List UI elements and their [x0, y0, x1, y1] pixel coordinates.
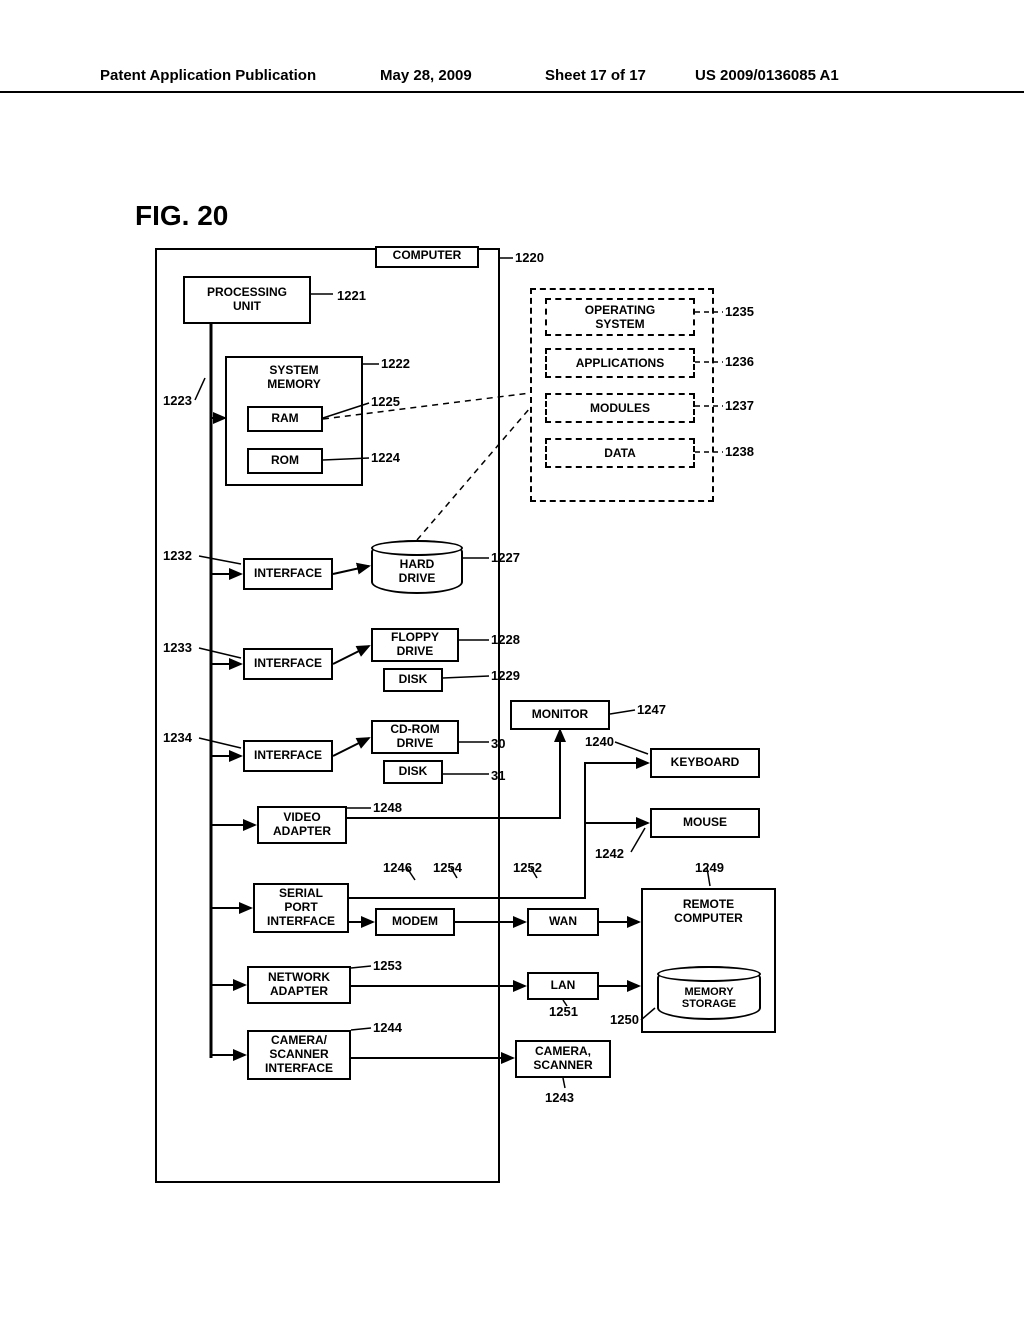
ref-1243: 1243 [545, 1090, 574, 1105]
header-pubno: US 2009/0136085 A1 [695, 67, 839, 84]
ref-1240: 1240 [585, 734, 614, 749]
processing-unit-box: PROCESSINGUNIT [183, 276, 311, 324]
hard-drive-label: HARDDRIVE [399, 557, 436, 585]
ref-1225: 1225 [371, 394, 400, 409]
ref-1227: 1227 [491, 550, 520, 565]
header-date: May 28, 2009 [380, 67, 472, 84]
ram-box: RAM [247, 406, 323, 432]
interface-hdd-box: INTERFACE [243, 558, 333, 590]
ref-1229: 1229 [491, 668, 520, 683]
ref-1235: 1235 [725, 304, 754, 319]
modules-box: MODULES [545, 393, 695, 423]
ref-1228: 1228 [491, 632, 520, 647]
ref-1251: 1251 [549, 1004, 578, 1019]
serial-port-interface-box: SERIALPORTINTERFACE [253, 883, 349, 933]
system-memory-label: SYSTEMMEMORY [267, 364, 321, 392]
ref-1244: 1244 [373, 1020, 402, 1035]
ref-1223: 1223 [163, 393, 192, 408]
operating-system-box: OPERATINGSYSTEM [545, 298, 695, 336]
ref-30: 30 [491, 736, 505, 751]
ref-1253: 1253 [373, 958, 402, 973]
header-sheet: Sheet 17 of 17 [545, 67, 646, 84]
modem-box: MODEM [375, 908, 455, 936]
header-publication: Patent Application Publication [100, 67, 316, 84]
ref-31: 31 [491, 768, 505, 783]
data-box: DATA [545, 438, 695, 468]
lan-box: LAN [527, 972, 599, 1000]
network-adapter-box: NETWORKADAPTER [247, 966, 351, 1004]
ref-1250: 1250 [610, 1012, 639, 1027]
mouse-box: MOUSE [650, 808, 760, 838]
ref-1224: 1224 [371, 450, 400, 465]
camera-scanner-box: CAMERA,SCANNER [515, 1040, 611, 1078]
rom-box: ROM [247, 448, 323, 474]
computer-title: COMPUTER [375, 246, 479, 268]
ref-1248: 1248 [373, 800, 402, 815]
ref-1242: 1242 [595, 846, 624, 861]
page: Patent Application Publication May 28, 2… [0, 0, 1024, 1320]
ref-1233: 1233 [163, 640, 192, 655]
keyboard-box: KEYBOARD [650, 748, 760, 778]
ref-1237: 1237 [725, 398, 754, 413]
ref-1246: 1246 [383, 860, 412, 875]
ref-1252: 1252 [513, 860, 542, 875]
ref-1249: 1249 [695, 860, 724, 875]
page-header: Patent Application Publication May 28, 2… [0, 85, 1024, 93]
wan-box: WAN [527, 908, 599, 936]
memory-storage-cylinder: MEMORYSTORAGE [657, 966, 761, 1020]
floppy-drive-box: FLOPPYDRIVE [371, 628, 459, 662]
cdrom-drive-box: CD-ROMDRIVE [371, 720, 459, 754]
ref-1236: 1236 [725, 354, 754, 369]
cdrom-disk-box: DISK [383, 760, 443, 784]
memory-storage-label: MEMORYSTORAGE [682, 986, 736, 1010]
ref-1254: 1254 [433, 860, 462, 875]
video-adapter-box: VIDEOADAPTER [257, 806, 347, 844]
ref-1232: 1232 [163, 548, 192, 563]
ref-1221: 1221 [337, 288, 366, 303]
ref-1238: 1238 [725, 444, 754, 459]
floppy-disk-box: DISK [383, 668, 443, 692]
diagram: COMPUTER PROCESSINGUNIT SYSTEMMEMORY RAM… [155, 248, 875, 1183]
monitor-box: MONITOR [510, 700, 610, 730]
figure-label: FIG. 20 [135, 200, 228, 232]
ref-1234: 1234 [163, 730, 192, 745]
applications-box: APPLICATIONS [545, 348, 695, 378]
camera-scanner-interface-box: CAMERA/SCANNERINTERFACE [247, 1030, 351, 1080]
ref-1220: 1220 [515, 250, 544, 265]
ref-1247: 1247 [637, 702, 666, 717]
interface-floppy-box: INTERFACE [243, 648, 333, 680]
hard-drive-cylinder: HARDDRIVE [371, 540, 463, 594]
ref-1222: 1222 [381, 356, 410, 371]
remote-computer-label: REMOTECOMPUTER [674, 898, 743, 926]
interface-cdrom-box: INTERFACE [243, 740, 333, 772]
